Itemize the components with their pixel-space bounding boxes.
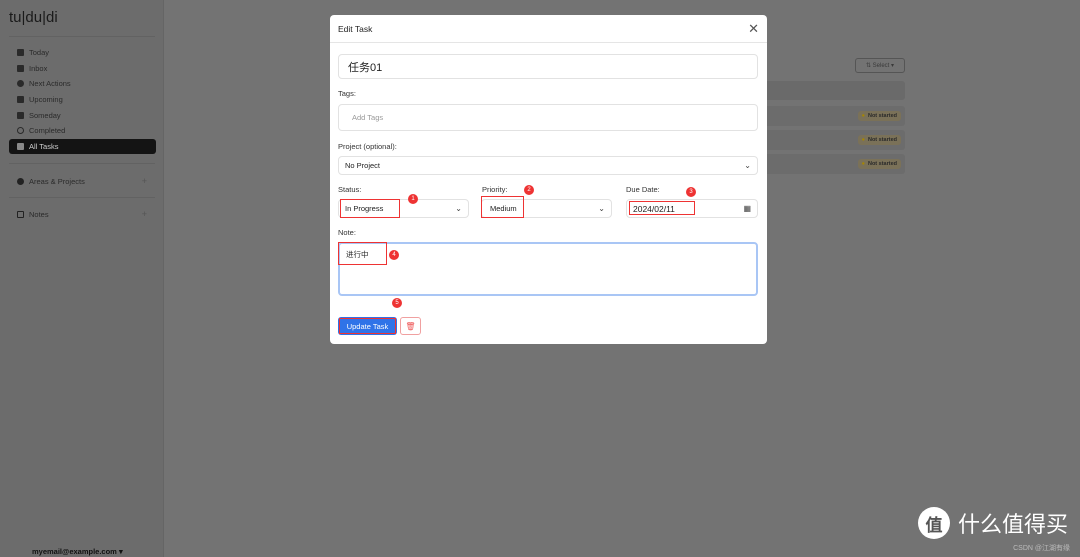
sidebar-nav: Today Inbox Next Actions Upcoming Someda… bbox=[9, 45, 156, 155]
annotation-box bbox=[340, 199, 400, 218]
sidebar-item-someday[interactable]: Someday bbox=[9, 107, 156, 123]
watermark-sub: CSDN @江湖有缘 bbox=[1013, 545, 1070, 552]
sidebar-item-label: Next Actions bbox=[29, 79, 71, 89]
sidebar-item-label: Completed bbox=[29, 126, 66, 136]
annotation-box bbox=[339, 318, 396, 334]
project-select[interactable]: No Project ⌄ bbox=[338, 156, 758, 175]
annotation-number: 3 bbox=[686, 187, 696, 197]
hexagon-icon bbox=[17, 177, 24, 185]
annotation-number: 5 bbox=[392, 298, 402, 308]
divider bbox=[9, 163, 155, 164]
modal-title: Edit Task bbox=[338, 23, 373, 34]
sidebar-item-label: Upcoming bbox=[29, 95, 63, 105]
moon-icon bbox=[17, 111, 24, 119]
inbox-icon bbox=[17, 64, 24, 72]
priority-label: Priority: bbox=[482, 185, 508, 194]
status-badge: Not started bbox=[857, 135, 901, 145]
add-note-button[interactable]: + bbox=[142, 209, 147, 219]
sidebar-item-label: Someday bbox=[29, 110, 61, 120]
sidebar-areas-projects[interactable]: Areas & Projects + bbox=[17, 176, 147, 186]
sidebar-item-label: Today bbox=[29, 48, 50, 58]
status-badge: Not started bbox=[857, 111, 901, 121]
annotation-number: 4 bbox=[389, 250, 399, 260]
add-area-button[interactable]: + bbox=[142, 176, 147, 186]
due-date-label: Due Date: bbox=[626, 185, 660, 194]
check-circle-icon bbox=[17, 127, 24, 135]
sidebar: tu|du|di Today Inbox Next Actions Upcomi… bbox=[0, 0, 164, 557]
calendar-week-icon bbox=[17, 96, 24, 104]
chevron-down-icon: ⌄ bbox=[744, 161, 751, 170]
annotation-number: 1 bbox=[408, 194, 418, 204]
divider bbox=[9, 36, 155, 37]
annotation-box bbox=[338, 242, 387, 265]
arrow-circle-icon bbox=[17, 80, 24, 88]
watermark: 值什么值得买 bbox=[917, 507, 1068, 539]
table-row[interactable]: Not started bbox=[764, 130, 905, 150]
note-icon bbox=[17, 210, 24, 218]
divider bbox=[9, 197, 155, 198]
app-logo: tu|du|di bbox=[9, 9, 58, 26]
delete-task-button[interactable]: 🗑 bbox=[400, 317, 421, 335]
trash-icon: 🗑 bbox=[405, 321, 416, 331]
list-header bbox=[764, 81, 905, 100]
chevron-down-icon: ⌄ bbox=[455, 204, 462, 213]
user-menu[interactable]: myemail@example.com ▾ bbox=[32, 547, 123, 556]
annotation-box bbox=[481, 196, 524, 218]
watermark-text: 什么值得买 bbox=[957, 512, 1068, 537]
note-textarea[interactable]: 进行中 bbox=[338, 242, 758, 296]
status-badge: Not started bbox=[857, 159, 901, 169]
sidebar-item-upcoming[interactable]: Upcoming bbox=[9, 92, 156, 108]
table-row[interactable]: Not started bbox=[764, 106, 905, 126]
calendar-icon[interactable]: ▦ bbox=[743, 204, 751, 213]
table-row[interactable]: Not started bbox=[764, 154, 905, 174]
note-label: Note: bbox=[338, 228, 356, 237]
tags-label: Tags: bbox=[338, 89, 356, 98]
sidebar-item-all-tasks[interactable]: All Tasks bbox=[9, 138, 156, 155]
sort-select-button[interactable]: ⇅ Select ▾ bbox=[855, 58, 905, 73]
sidebar-item-today[interactable]: Today bbox=[9, 45, 156, 61]
watermark-logo: 值 bbox=[917, 507, 950, 539]
sidebar-item-label: All Tasks bbox=[29, 141, 59, 151]
project-value: No Project bbox=[345, 161, 381, 170]
calendar-icon bbox=[17, 49, 24, 57]
close-icon[interactable]: ✕ bbox=[748, 21, 759, 37]
status-label: Status: bbox=[338, 185, 362, 194]
tags-input[interactable]: Add Tags bbox=[338, 104, 758, 131]
sidebar-item-next-actions[interactable]: Next Actions bbox=[9, 76, 156, 92]
project-label: Project (optional): bbox=[338, 142, 397, 151]
annotation-box bbox=[629, 201, 695, 215]
sidebar-notes[interactable]: Notes + bbox=[17, 209, 147, 219]
layers-icon bbox=[17, 142, 24, 150]
section-label: Areas & Projects bbox=[29, 176, 85, 186]
chevron-down-icon: ⌄ bbox=[598, 204, 605, 213]
task-name-input[interactable]: 任务01 bbox=[338, 54, 758, 79]
sidebar-item-inbox[interactable]: Inbox bbox=[9, 61, 156, 77]
section-label: Notes bbox=[29, 209, 49, 219]
sidebar-item-completed[interactable]: Completed bbox=[9, 123, 156, 139]
edit-task-modal: Edit Task ✕ 任务01 Tags: Add Tags Project (… bbox=[330, 15, 767, 344]
annotation-number: 2 bbox=[524, 185, 534, 195]
sidebar-item-label: Inbox bbox=[29, 63, 48, 73]
